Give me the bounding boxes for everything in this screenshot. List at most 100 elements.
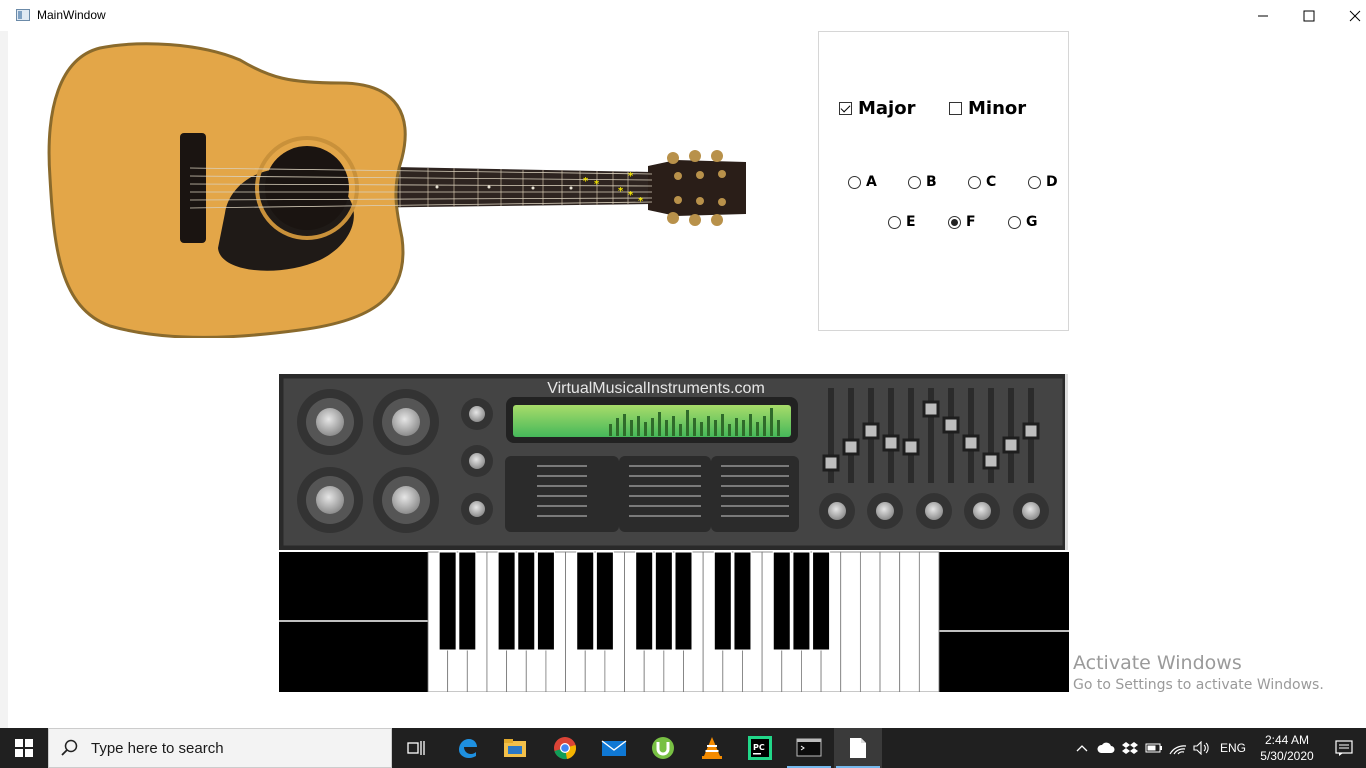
windows-logo-icon bbox=[15, 739, 33, 757]
taskbar-pycharm[interactable]: PC bbox=[736, 728, 784, 768]
maximize-button[interactable] bbox=[1286, 0, 1332, 31]
piano-black-key[interactable] bbox=[772, 551, 791, 651]
taskbar-active-file[interactable] bbox=[834, 728, 882, 768]
piano-black-key[interactable] bbox=[713, 551, 732, 651]
cloud-icon bbox=[1097, 742, 1115, 753]
search-icon bbox=[61, 739, 78, 756]
taskbar-vlc[interactable] bbox=[688, 728, 736, 768]
key-radio-b[interactable]: B bbox=[908, 174, 937, 190]
guitar-bridge bbox=[180, 133, 206, 243]
task-view-button[interactable] bbox=[392, 728, 440, 768]
tray-battery[interactable] bbox=[1142, 728, 1166, 768]
title-bar[interactable]: MainWindow bbox=[0, 0, 1366, 31]
piano-black-key[interactable] bbox=[792, 551, 811, 651]
soundhole bbox=[265, 146, 349, 230]
piano-black-key[interactable] bbox=[635, 551, 654, 651]
svg-text:*: * bbox=[583, 176, 589, 187]
radio-icon bbox=[968, 175, 981, 189]
tray-onedrive[interactable] bbox=[1094, 728, 1118, 768]
piano-black-key[interactable] bbox=[497, 551, 516, 651]
radio-icon bbox=[1008, 215, 1021, 229]
key-radio-g[interactable]: G bbox=[1008, 214, 1038, 230]
piano-black-key[interactable] bbox=[517, 551, 536, 651]
minimize-button[interactable] bbox=[1240, 0, 1286, 31]
radio-icon bbox=[888, 215, 901, 229]
radio-icon bbox=[908, 175, 921, 189]
tray-language[interactable]: ENG bbox=[1214, 728, 1252, 768]
radio-icon bbox=[848, 175, 861, 189]
taskbar-terminal[interactable] bbox=[785, 728, 833, 768]
taskbar-search-box[interactable]: Type here to search bbox=[48, 728, 392, 768]
action-center-button[interactable] bbox=[1322, 728, 1366, 768]
close-icon bbox=[1349, 10, 1361, 21]
taskbar-file-explorer[interactable] bbox=[491, 728, 539, 768]
piano-black-key[interactable] bbox=[654, 551, 673, 651]
dropbox-icon bbox=[1122, 742, 1138, 754]
svg-text:*: * bbox=[594, 179, 600, 190]
piano-white-key[interactable] bbox=[899, 551, 920, 692]
piano-black-key[interactable] bbox=[733, 551, 752, 651]
major-label: Major bbox=[858, 98, 916, 119]
mail-icon bbox=[601, 740, 627, 756]
utorrent-icon bbox=[652, 737, 674, 759]
search-placeholder: Type here to search bbox=[91, 739, 224, 757]
task-view-icon bbox=[407, 741, 425, 755]
close-button[interactable] bbox=[1332, 0, 1366, 31]
start-button[interactable] bbox=[0, 728, 48, 768]
taskbar-edge[interactable] bbox=[443, 728, 491, 768]
edge-icon bbox=[459, 739, 477, 758]
guitar-image[interactable]: * * * * * * bbox=[40, 38, 760, 338]
synth-edge bbox=[1065, 374, 1068, 550]
synth-pads[interactable] bbox=[505, 456, 799, 532]
piano-black-key[interactable] bbox=[458, 551, 477, 651]
file-icon bbox=[850, 738, 866, 758]
radio-label: E bbox=[906, 214, 916, 230]
system-tray: ENG 2:44 AM 5/30/2020 bbox=[1070, 728, 1366, 768]
key-radio-d[interactable]: D bbox=[1028, 174, 1058, 190]
piano-black-key[interactable] bbox=[576, 551, 595, 651]
piano-white-key[interactable] bbox=[859, 551, 881, 692]
piano-white-key[interactable] bbox=[840, 551, 861, 692]
major-checkbox[interactable]: Major bbox=[839, 98, 915, 119]
tray-overflow-button[interactable] bbox=[1070, 728, 1094, 768]
taskbar-chrome[interactable] bbox=[541, 728, 589, 768]
piano-white-key[interactable] bbox=[879, 551, 901, 692]
tray-volume[interactable] bbox=[1190, 728, 1214, 768]
key-radio-c[interactable]: C bbox=[968, 174, 996, 190]
keyboard-left-block bbox=[279, 552, 428, 692]
guitar-headstock bbox=[648, 160, 746, 216]
piano-black-key[interactable] bbox=[812, 551, 831, 651]
tray-wifi[interactable] bbox=[1166, 728, 1190, 768]
piano-black-key[interactable] bbox=[595, 551, 614, 651]
activate-windows-title: Activate Windows bbox=[1073, 652, 1242, 674]
taskbar-mail[interactable] bbox=[590, 728, 638, 768]
app-icon bbox=[16, 9, 30, 21]
synth-brand: VirtualMusicalInstruments.com bbox=[547, 380, 765, 397]
svg-text:*: * bbox=[628, 171, 634, 182]
piano-black-key[interactable] bbox=[674, 551, 693, 651]
piano-black-key[interactable] bbox=[536, 551, 555, 651]
guitar-body bbox=[47, 42, 407, 338]
activate-windows-subtitle: Go to Settings to activate Windows. bbox=[1073, 677, 1324, 693]
key-radio-e[interactable]: E bbox=[888, 214, 916, 230]
minor-checkbox[interactable]: Minor bbox=[949, 98, 1026, 119]
tray-dropbox[interactable] bbox=[1118, 728, 1142, 768]
tray-clock[interactable]: 2:44 AM 5/30/2020 bbox=[1252, 732, 1322, 764]
taskbar-utorrent[interactable] bbox=[639, 728, 687, 768]
key-radio-a[interactable]: A bbox=[848, 174, 877, 190]
maximize-icon bbox=[1303, 10, 1315, 21]
notification-icon bbox=[1335, 740, 1353, 756]
synth-keyboard[interactable]: VirtualMusicalInstruments.com bbox=[279, 374, 1069, 692]
chrome-icon bbox=[554, 737, 576, 760]
pycharm-icon: PC bbox=[748, 736, 772, 760]
piano-black-key[interactable] bbox=[438, 551, 457, 651]
speaker-icon bbox=[1193, 741, 1209, 755]
chord-options-panel: Major Minor A B C D E F G bbox=[818, 31, 1069, 331]
piano-white-key[interactable] bbox=[918, 551, 940, 692]
radio-label: B bbox=[926, 174, 937, 190]
radio-label: F bbox=[966, 214, 976, 230]
clock-date: 5/30/2020 bbox=[1260, 749, 1314, 763]
window-title: MainWindow bbox=[37, 8, 106, 22]
key-radio-f[interactable]: F bbox=[948, 214, 976, 230]
minor-label: Minor bbox=[968, 98, 1027, 119]
